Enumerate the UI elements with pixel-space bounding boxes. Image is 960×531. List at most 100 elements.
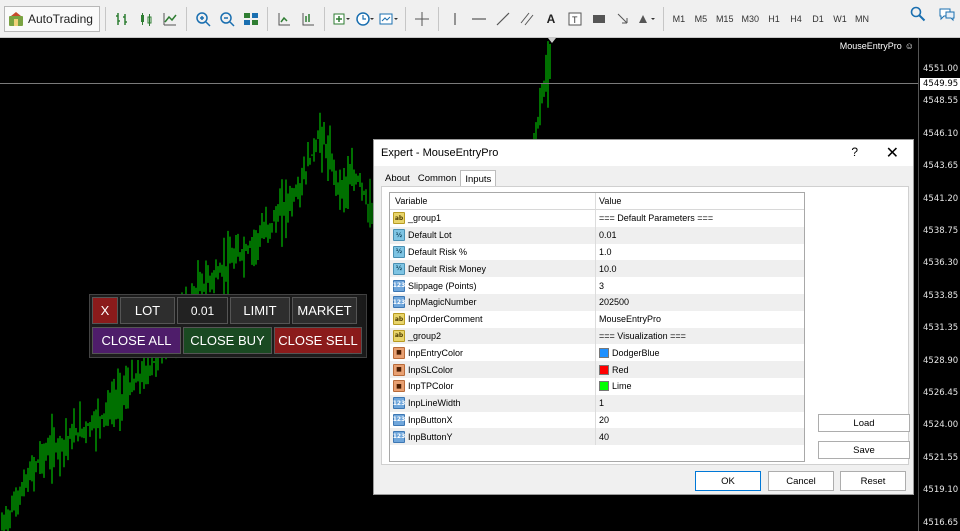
limit-order-button[interactable]: LIMIT: [230, 297, 290, 324]
price-tick-label: 4531.35: [923, 323, 959, 334]
load-button[interactable]: Load: [818, 414, 910, 432]
text-label-icon[interactable]: T: [564, 6, 586, 32]
price-tick-label: 4528.90: [923, 355, 959, 366]
input-row[interactable]: 123 InpLineWidth 1: [390, 394, 804, 412]
cancel-button[interactable]: Cancel: [768, 471, 834, 491]
input-value-cell[interactable]: === Visualization ===: [596, 328, 804, 345]
input-value-cell[interactable]: 20: [596, 412, 804, 429]
line-chart-icon[interactable]: [159, 6, 181, 32]
input-row[interactable]: ab _group1 === Default Parameters ===: [390, 210, 804, 227]
ok-button[interactable]: OK: [695, 471, 761, 491]
input-value-cell[interactable]: 202500: [596, 294, 804, 311]
timeframe-button-m5[interactable]: M5: [691, 6, 711, 32]
templates-icon[interactable]: [378, 6, 400, 32]
zoom-out-icon[interactable]: [216, 6, 238, 32]
input-row[interactable]: ½ Default Risk % 1.0: [390, 243, 804, 261]
close-sell-button[interactable]: CLOSE SELL: [274, 327, 362, 354]
input-variable-cell: 123 InpMagicNumber: [390, 293, 596, 311]
input-variable-name: InpOrderComment: [408, 314, 483, 325]
input-value-cell[interactable]: Lime: [596, 378, 804, 395]
periodicity-icon[interactable]: [354, 6, 376, 32]
close-all-button[interactable]: CLOSE ALL: [92, 327, 181, 354]
search-icon[interactable]: [910, 6, 926, 27]
help-button[interactable]: ?: [851, 145, 858, 159]
close-buy-button[interactable]: CLOSE BUY: [183, 327, 272, 354]
reset-button[interactable]: Reset: [840, 471, 906, 491]
toolbar-separator: [104, 6, 106, 31]
price-scale[interactable]: 4551.00 4548.55 4546.10 4543.65 4541.20 4538.…: [918, 38, 960, 531]
equidistant-channel-icon[interactable]: [516, 6, 538, 32]
input-row[interactable]: ab InpOrderComment MouseEntryPro: [390, 310, 804, 328]
timeframe-button-h4[interactable]: H4: [786, 6, 806, 32]
integer-type-icon: 123: [393, 413, 405, 426]
input-row[interactable]: ■ InpTPColor Lime: [390, 377, 804, 395]
timeframe-button-d1[interactable]: D1: [808, 6, 828, 32]
price-tick-label: 4516.65: [923, 517, 959, 528]
trendline-icon[interactable]: [492, 6, 514, 32]
candlestick-icon[interactable]: [135, 6, 157, 32]
timeframe-button-m15[interactable]: M15: [713, 6, 737, 32]
arrow-objects-icon[interactable]: [612, 6, 634, 32]
bar-chart-icon[interactable]: [111, 6, 133, 32]
expert-label[interactable]: MouseEntryPro ☺: [840, 41, 914, 51]
input-value-cell[interactable]: 1.0: [596, 244, 804, 261]
indicators-icon[interactable]: [330, 6, 352, 32]
autotrading-icon: [8, 11, 24, 27]
input-value: Red: [612, 364, 629, 375]
market-order-button[interactable]: MARKET: [292, 297, 357, 324]
input-value-cell[interactable]: 3: [596, 277, 804, 294]
input-value-cell[interactable]: DodgerBlue: [596, 344, 804, 361]
shapes-menu-icon[interactable]: [636, 6, 658, 32]
input-row[interactable]: ■ InpEntryColor DodgerBlue: [390, 344, 804, 362]
autoscroll-icon[interactable]: [273, 6, 295, 32]
lot-value-field[interactable]: 0.01: [177, 297, 228, 324]
input-value-cell[interactable]: Red: [596, 361, 804, 378]
double-type-icon: ½: [393, 229, 405, 242]
toolbar-separator: [437, 6, 439, 31]
input-value-cell[interactable]: 1: [596, 395, 804, 412]
dialog-titlebar[interactable]: Expert - MouseEntryPro ? ✕: [374, 140, 913, 166]
input-row[interactable]: 123 InpMagicNumber 202500: [390, 293, 804, 311]
timeframe-button-m1[interactable]: M1: [669, 6, 689, 32]
column-header-variable[interactable]: Variable: [390, 193, 596, 209]
input-variable-cell: 123 InpButtonY: [390, 428, 596, 446]
chart-shift-icon[interactable]: [297, 6, 319, 32]
input-value: 202500: [599, 297, 630, 308]
close-icon[interactable]: ✕: [886, 143, 899, 163]
timeframe-button-m30[interactable]: M30: [738, 6, 762, 32]
input-value-cell[interactable]: 40: [596, 428, 804, 445]
input-value-cell[interactable]: 0.01: [596, 227, 804, 244]
save-button[interactable]: Save: [818, 441, 910, 459]
text-icon[interactable]: A: [540, 6, 562, 32]
timeframe-button-w1[interactable]: W1: [830, 6, 850, 32]
input-value-cell[interactable]: MouseEntryPro: [596, 311, 804, 328]
chart-shift-marker[interactable]: [548, 38, 556, 43]
input-row[interactable]: 123 InpButtonY 40: [390, 428, 804, 446]
lot-mode-button[interactable]: LOT: [120, 297, 175, 324]
timeframe-button-mn[interactable]: MN: [852, 6, 872, 32]
input-variable-name: InpButtonX: [408, 414, 453, 425]
timeframe-button-h1[interactable]: H1: [764, 6, 784, 32]
input-variable-name: InpMagicNumber: [408, 297, 477, 308]
input-row[interactable]: ab _group2 === Visualization ===: [390, 327, 804, 345]
input-value-cell[interactable]: === Default Parameters ===: [596, 210, 804, 227]
price-tick-label: 4541.20: [923, 193, 959, 204]
vertical-line-icon[interactable]: [444, 6, 466, 32]
autotrading-button[interactable]: AutoTrading: [4, 5, 100, 32]
input-row[interactable]: ½ Default Risk Money 10.0: [390, 260, 804, 278]
input-row[interactable]: 123 InpButtonX 20: [390, 411, 804, 429]
chat-icon[interactable]: [938, 6, 956, 27]
input-value-cell[interactable]: 10.0: [596, 260, 804, 277]
input-row[interactable]: ½ Default Lot 0.01: [390, 226, 804, 244]
input-row[interactable]: 123 Slippage (Points) 3: [390, 277, 804, 294]
input-variable-name: InpLineWidth: [408, 398, 461, 409]
double-type-icon: ½: [393, 245, 405, 258]
rectangle-icon[interactable]: [588, 6, 610, 32]
horizontal-line-icon[interactable]: [468, 6, 490, 32]
tile-windows-icon[interactable]: [240, 6, 262, 32]
zoom-in-icon[interactable]: [192, 6, 214, 32]
crosshair-icon[interactable]: [411, 6, 433, 32]
panel-close-button[interactable]: X: [92, 297, 118, 324]
column-header-value[interactable]: Value: [596, 193, 804, 209]
input-row[interactable]: ■ InpSLColor Red: [390, 361, 804, 378]
